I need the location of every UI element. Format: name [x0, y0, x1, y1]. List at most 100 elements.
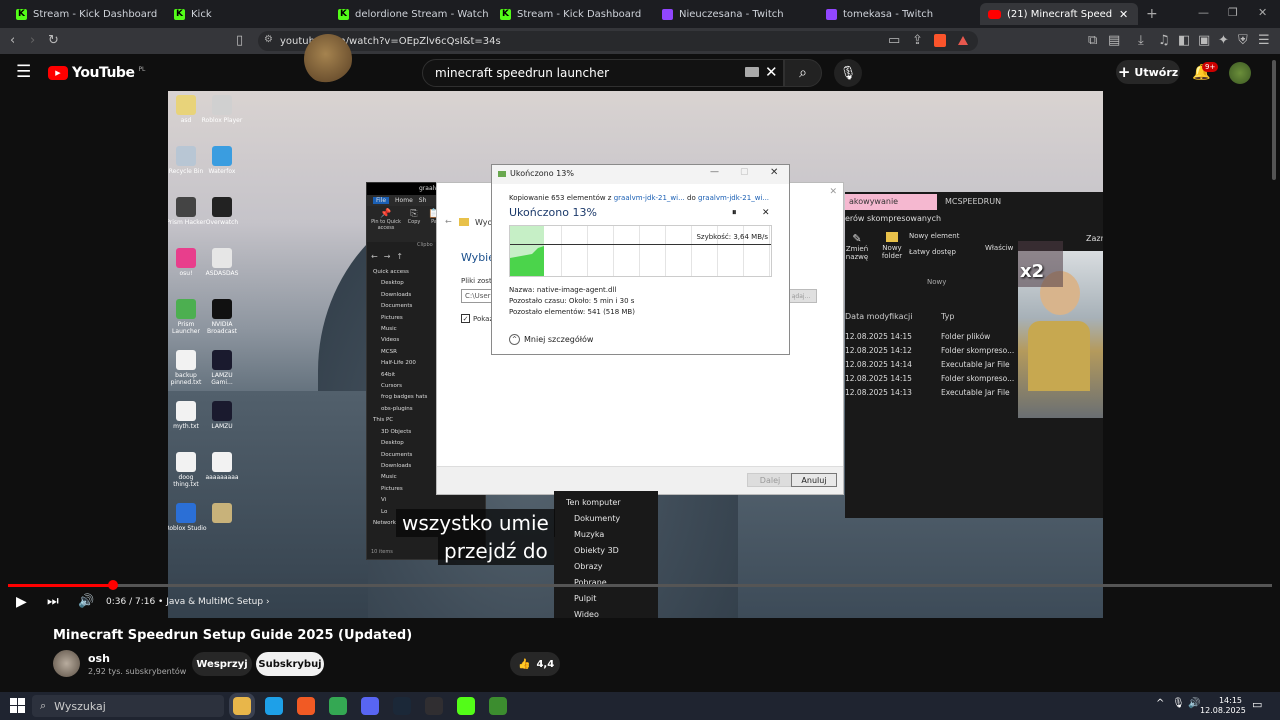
brave-rewards-icon[interactable]: [958, 36, 968, 45]
desktop-icon[interactable]: NVIDIA Broadcast: [201, 299, 243, 335]
back-icon[interactable]: ‹: [10, 33, 15, 49]
wallet-icon[interactable]: ▣: [1198, 33, 1210, 49]
taskbar-app-obs-icon[interactable]: [425, 697, 443, 715]
desktop-icon[interactable]: Roblox Player: [201, 95, 243, 124]
reload-icon[interactable]: ↻: [48, 33, 59, 49]
nav-item[interactable]: Obiekty 3D: [566, 543, 658, 559]
taskbar-search-box[interactable]: ⌕ Wyszukaj: [32, 695, 224, 717]
rename-button[interactable]: ✎ Zmień nazwę: [845, 232, 869, 261]
minimize-icon[interactable]: —: [1198, 6, 1209, 19]
new-folder-button[interactable]: Nowy folder: [879, 232, 905, 260]
ribbon-tab-file[interactable]: File: [373, 197, 390, 204]
windows-start-icon[interactable]: [10, 698, 25, 713]
tab-tomekasa-twitch[interactable]: tomekasa - Twitch: [818, 3, 978, 25]
menu-icon[interactable]: ☰: [1258, 33, 1270, 49]
copy-minimize-icon[interactable]: —: [710, 167, 719, 177]
tray-overflow-icon[interactable]: ^: [1156, 698, 1164, 709]
forward-arrow-icon[interactable]: →: [384, 252, 391, 261]
keyboard-icon[interactable]: [745, 67, 759, 77]
video-scrubber-handle[interactable]: [107, 580, 118, 590]
wizard-close-icon[interactable]: ✕: [829, 187, 837, 197]
desktop-icon[interactable]: LAMZU Gami...: [201, 350, 243, 386]
wizard-back-icon[interactable]: ←: [445, 217, 452, 226]
taskbar-clock[interactable]: 14:15 12.08.2025: [1200, 696, 1246, 716]
channel-avatar[interactable]: [53, 650, 80, 677]
nav-item[interactable]: Pulpit: [566, 591, 658, 607]
copy-source-link[interactable]: graalvm-jdk-21_wi...: [614, 194, 685, 202]
up-arrow-icon[interactable]: ↑: [396, 252, 403, 261]
share-icon[interactable]: ⇪: [912, 33, 923, 49]
taskbar-app-brave-icon[interactable]: [297, 697, 315, 715]
tab-kick[interactable]: K Kick: [166, 3, 326, 25]
clear-search-icon[interactable]: ✕: [765, 63, 778, 81]
desktop-icon[interactable]: [201, 503, 243, 525]
play-icon[interactable]: ▶: [16, 594, 27, 610]
close-icon[interactable]: ✕: [1119, 8, 1128, 21]
copy-maximize-icon[interactable]: ▢: [740, 167, 749, 177]
column-date-modified[interactable]: Data modyfikacji: [845, 312, 912, 321]
taskbar-app-app-icon[interactable]: [489, 697, 507, 715]
desktop-icon[interactable]: ASDASDAS: [201, 248, 243, 277]
notification-center-icon[interactable]: ▭: [1252, 698, 1262, 711]
desktop-icon[interactable]: Overwatch: [201, 197, 243, 226]
vpn-icon[interactable]: ⛨: [1238, 33, 1248, 49]
taskbar-app-discord-icon[interactable]: [361, 697, 379, 715]
explorer-tab-mcspeedrun[interactable]: MCSPEEDRUN: [945, 194, 1001, 210]
hamburger-menu-icon[interactable]: ☰: [16, 62, 31, 82]
video-player[interactable]: asd Roblox Player Recycle Bin Waterfox Prism…: [168, 91, 1103, 618]
nav-item[interactable]: Pobrane: [566, 575, 658, 591]
voice-search-button[interactable]: 🎙: [834, 59, 862, 87]
cast-icon[interactable]: ▭: [888, 33, 900, 49]
show-files-checkbox[interactable]: ✓: [461, 314, 470, 323]
nav-item[interactable]: Dokumenty: [566, 511, 658, 527]
site-settings-icon[interactable]: ⚙: [264, 34, 273, 45]
easy-access-button[interactable]: Łatwy dostęp: [909, 248, 956, 256]
nav-item[interactable]: Obrazy: [566, 559, 658, 575]
brave-shield-icon[interactable]: [934, 34, 946, 47]
channel-name[interactable]: osh: [88, 652, 110, 665]
volume-icon[interactable]: 🔊: [78, 594, 94, 609]
search-button[interactable]: ⌕: [784, 59, 822, 87]
download-icon[interactable]: ⤓: [1138, 33, 1144, 49]
bookmark-icon[interactable]: ▯: [236, 33, 243, 49]
tray-speaker-icon[interactable]: 🔊: [1188, 698, 1200, 709]
back-arrow-icon[interactable]: ←: [371, 252, 378, 261]
video-progress-track[interactable]: [8, 584, 1272, 587]
url-bar[interactable]: ⚙ youtube.com/watch?v=OEpZlv6cQsI&t=34s: [258, 31, 978, 51]
nav-item[interactable]: Muzyka: [566, 527, 658, 543]
chapter-title[interactable]: Java & MultiMC Setup: [166, 597, 263, 607]
tab-youtube-active[interactable]: (21) Minecraft Speedrun Setup✕: [980, 3, 1138, 25]
sidebar-icon[interactable]: ◧: [1178, 33, 1190, 49]
nav-item[interactable]: Vi: [373, 495, 485, 506]
subscribe-button[interactable]: Subskrybuj: [256, 652, 324, 676]
cancel-copy-icon[interactable]: ✕: [762, 208, 770, 218]
window-close-icon[interactable]: ✕: [1258, 6, 1267, 19]
music-icon[interactable]: ♫: [1158, 33, 1170, 49]
copy-button[interactable]: ⎘ Copy: [405, 209, 423, 239]
forward-icon[interactable]: ›: [30, 33, 35, 49]
desktop-icon[interactable]: LAMZU: [201, 401, 243, 430]
select-all-button[interactable]: Zaznacz wszystko: [1086, 234, 1103, 243]
account-avatar[interactable]: [1229, 62, 1251, 84]
taskbar-app-explorer-icon[interactable]: [233, 697, 251, 715]
taskbar-app-steam-icon[interactable]: [393, 697, 411, 715]
support-button[interactable]: Wesprzyj: [192, 652, 252, 676]
taskbar-app-edge-icon[interactable]: [265, 697, 283, 715]
create-button[interactable]: + Utwórz: [1116, 60, 1180, 84]
leo-icon[interactable]: ✦: [1218, 33, 1229, 49]
less-details-button[interactable]: ^ Mniej szczegółów: [509, 334, 593, 345]
copy-close-icon[interactable]: ✕: [770, 167, 778, 178]
page-scrollbar[interactable]: [1272, 60, 1276, 180]
pause-icon[interactable]: ⏸: [732, 208, 737, 218]
taskbar-app-kick-icon[interactable]: [457, 697, 475, 715]
new-tab-icon[interactable]: +: [1146, 6, 1158, 22]
copy-dest-link[interactable]: graalvm-jdk-21_wi...: [698, 194, 769, 202]
next-button[interactable]: Dalej: [747, 473, 793, 487]
next-video-icon[interactable]: ⏭: [47, 594, 59, 609]
cancel-button[interactable]: Anuluj: [791, 473, 837, 487]
column-type[interactable]: Typ: [941, 312, 954, 321]
search-input[interactable]: minecraft speedrun launcher ✕: [422, 59, 784, 87]
maximize-icon[interactable]: ❐: [1228, 6, 1238, 19]
youtube-logo[interactable]: ▶ YouTube PL: [48, 65, 145, 81]
pin-quick-access-button[interactable]: 📌 Pin to Quick access: [371, 209, 401, 239]
